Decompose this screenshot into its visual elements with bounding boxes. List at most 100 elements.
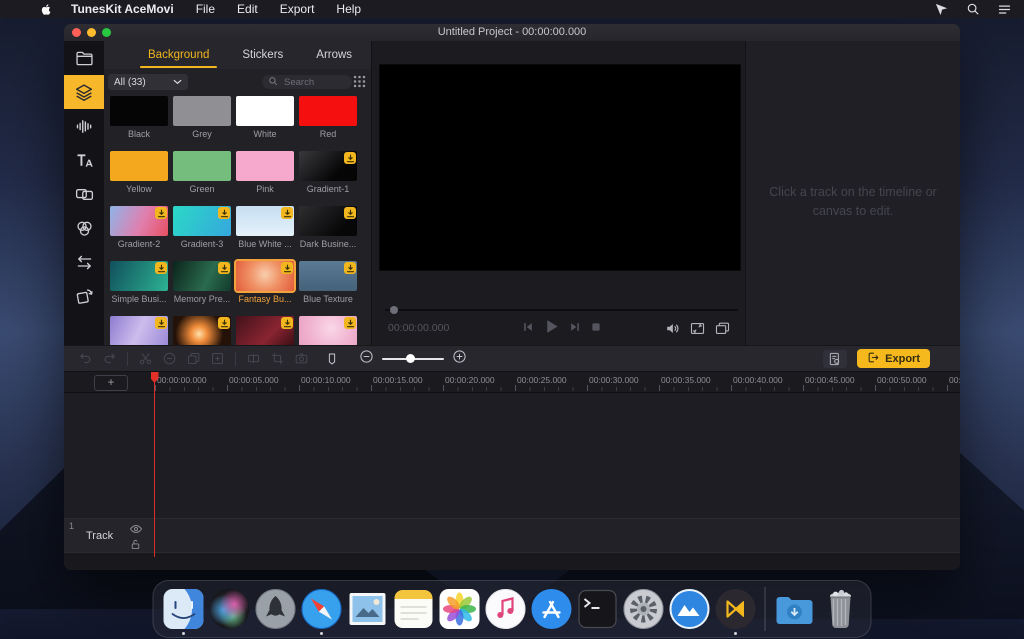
menu-item-export[interactable]: Export — [280, 2, 315, 16]
preview-canvas[interactable] — [380, 65, 740, 270]
zoom-slider-handle[interactable] — [406, 354, 415, 363]
stop-icon[interactable] — [590, 321, 602, 333]
sidebar-item-split-screen[interactable] — [64, 177, 104, 211]
background-thumbnail[interactable] — [299, 151, 357, 181]
zoom-slider[interactable] — [382, 358, 444, 360]
background-thumbnail[interactable] — [299, 206, 357, 236]
download-badge-icon[interactable] — [344, 207, 356, 219]
playhead[interactable] — [154, 372, 156, 557]
download-badge-icon[interactable] — [218, 207, 230, 219]
background-thumbnail[interactable] — [110, 206, 168, 236]
tab-background[interactable]: Background — [148, 49, 209, 61]
sidebar-item-filters[interactable] — [64, 211, 104, 245]
apple-menu-icon[interactable] — [40, 3, 53, 16]
fit-screen-icon[interactable] — [689, 320, 706, 337]
crop-icon[interactable] — [270, 351, 285, 366]
track-row[interactable]: 1 Track — [64, 518, 960, 553]
download-badge-icon[interactable] — [155, 262, 167, 274]
background-thumbnail[interactable] — [110, 316, 168, 345]
background-thumbnail[interactable] — [173, 316, 231, 345]
background-thumbnail[interactable] — [236, 206, 294, 236]
sidebar-item-behaviors[interactable] — [64, 245, 104, 279]
background-thumbnail[interactable] — [236, 316, 294, 345]
dock-icon-acemovi[interactable] — [713, 584, 759, 634]
pip-icon[interactable] — [714, 320, 731, 337]
track-lane[interactable] — [155, 519, 960, 552]
tab-stickers[interactable]: Stickers — [242, 49, 283, 61]
zoom-out-icon[interactable] — [359, 349, 374, 369]
seek-bar[interactable] — [385, 309, 738, 311]
marker-icon[interactable] — [325, 352, 339, 366]
volume-icon[interactable] — [664, 320, 681, 337]
play-icon[interactable] — [543, 318, 560, 335]
track-visibility-eye-icon[interactable] — [129, 522, 143, 536]
track-unlock-icon[interactable] — [129, 538, 142, 551]
menu-list-icon[interactable] — [997, 2, 1012, 17]
background-thumbnail[interactable] — [110, 261, 168, 291]
background-thumbnail[interactable] — [173, 96, 231, 126]
background-thumbnail[interactable] — [173, 151, 231, 181]
zoom-in-icon[interactable] — [452, 349, 467, 369]
menu-item-help[interactable]: Help — [336, 2, 361, 16]
download-badge-icon[interactable] — [155, 207, 167, 219]
download-badge-icon[interactable] — [281, 262, 293, 274]
timeline-ruler[interactable]: + 00:00:00.00000:00:05.00000:00:10.00000… — [64, 372, 960, 393]
background-thumbnail[interactable] — [173, 261, 231, 291]
project-settings-button[interactable] — [823, 350, 847, 368]
dock-icon-downloads[interactable] — [772, 584, 818, 634]
grid-view-icon[interactable] — [353, 75, 366, 93]
category-dropdown[interactable]: All (33) — [108, 74, 188, 90]
pointer-icon[interactable] — [934, 2, 949, 17]
sidebar-item-rotate-crop[interactable] — [64, 279, 104, 313]
background-thumbnail[interactable] — [110, 151, 168, 181]
cut-icon[interactable] — [138, 351, 153, 366]
download-badge-icon[interactable] — [344, 262, 356, 274]
download-badge-icon[interactable] — [344, 317, 356, 329]
background-thumbnail[interactable] — [173, 206, 231, 236]
background-thumbnail[interactable] — [236, 261, 294, 291]
copy-icon[interactable] — [186, 351, 201, 366]
background-thumbnail[interactable] — [299, 96, 357, 126]
search-input[interactable] — [282, 76, 346, 89]
delete-icon[interactable] — [162, 351, 177, 366]
dock-icon-safari[interactable] — [299, 584, 345, 634]
redo-icon[interactable] — [102, 351, 117, 366]
add-track-button[interactable]: + — [94, 375, 128, 391]
download-badge-icon[interactable] — [281, 207, 293, 219]
background-thumbnail[interactable] — [299, 316, 357, 345]
download-badge-icon[interactable] — [218, 262, 230, 274]
menu-item-edit[interactable]: Edit — [237, 2, 258, 16]
download-badge-icon[interactable] — [155, 317, 167, 329]
dock-icon-app-store[interactable] — [529, 584, 575, 634]
seek-handle[interactable] — [390, 306, 398, 314]
snapshot-icon[interactable] — [294, 351, 309, 366]
dock-icon-mail[interactable] — [345, 584, 391, 634]
background-thumbnail[interactable] — [236, 96, 294, 126]
dock-icon-finder[interactable] — [161, 584, 207, 634]
sidebar-item-background[interactable] — [64, 75, 104, 109]
dock-icon-system-preferences[interactable] — [621, 584, 667, 634]
search-box[interactable] — [262, 75, 352, 89]
previous-frame-icon[interactable] — [522, 321, 534, 333]
background-thumbnail[interactable] — [299, 261, 357, 291]
dock-icon-itunes[interactable] — [483, 584, 529, 634]
spotlight-icon[interactable] — [966, 2, 980, 16]
menu-item-file[interactable]: File — [196, 2, 215, 16]
dock-icon-mountain-app[interactable] — [667, 584, 713, 634]
sidebar-item-text[interactable] — [64, 143, 104, 177]
background-thumbnail[interactable] — [110, 96, 168, 126]
dock-icon-photos[interactable] — [437, 584, 483, 634]
dock-icon-siri[interactable] — [207, 584, 253, 634]
dock-icon-trash[interactable] — [818, 584, 864, 634]
sidebar-item-media[interactable] — [64, 41, 104, 75]
download-badge-icon[interactable] — [281, 317, 293, 329]
undo-icon[interactable] — [78, 351, 93, 366]
add-icon[interactable] — [210, 351, 225, 366]
background-thumbnail[interactable] — [236, 151, 294, 181]
menu-app-name[interactable]: TunesKit AceMovi — [71, 2, 174, 16]
download-badge-icon[interactable] — [218, 317, 230, 329]
dock-icon-terminal[interactable] — [575, 584, 621, 634]
sidebar-item-audio[interactable] — [64, 109, 104, 143]
export-button[interactable]: Export — [857, 349, 930, 368]
tab-arrows[interactable]: Arrows — [316, 49, 352, 61]
